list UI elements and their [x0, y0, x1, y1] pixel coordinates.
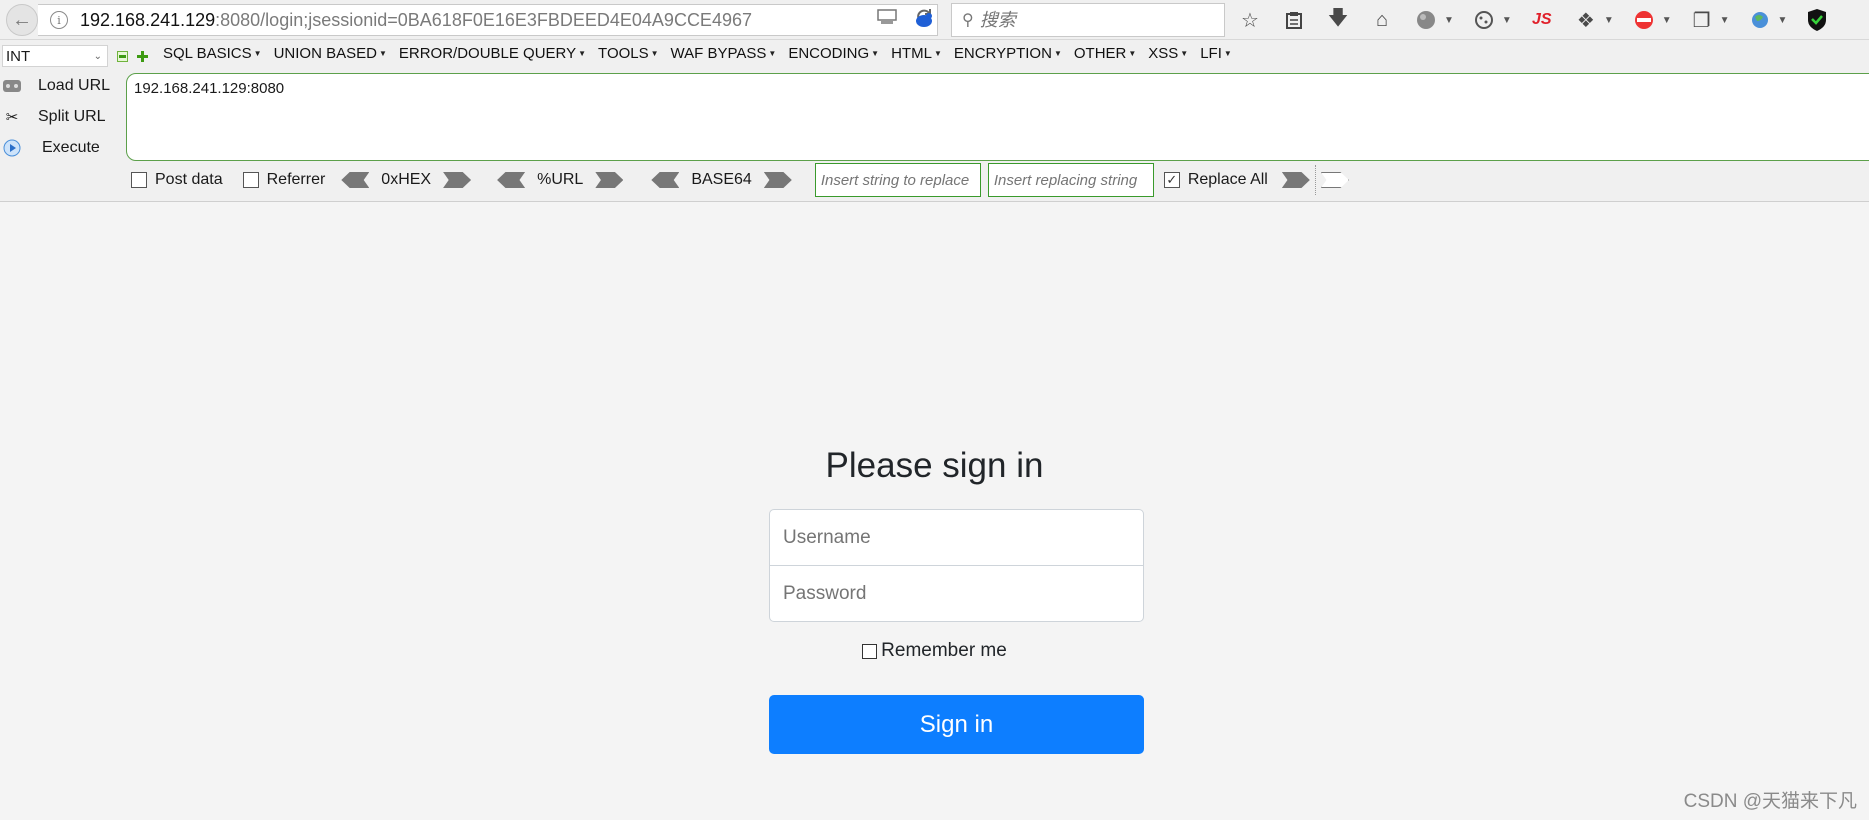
- watermark: CSDN @天猫来下凡: [1683, 791, 1857, 812]
- replace-next-arrow-icon[interactable]: [1320, 172, 1349, 188]
- injection-type-select[interactable]: INT ⌄: [2, 45, 108, 67]
- plus-icon[interactable]: [137, 51, 148, 62]
- base64-decode-arrow-icon[interactable]: [651, 172, 680, 188]
- menu-tools[interactable]: TOOLS ▼: [598, 45, 659, 62]
- menu-encryption[interactable]: ENCRYPTION ▼: [954, 45, 1062, 62]
- dropdown-icon: ▼: [1180, 49, 1189, 58]
- menu-error-double-query[interactable]: ERROR/DOUBLE QUERY ▼: [399, 45, 586, 62]
- star-icon[interactable]: ☆: [1236, 6, 1264, 34]
- hackbar: INT ⌄ SQL BASICS ▼ UNION BASED ▼ ERROR/DOU…: [0, 40, 1869, 202]
- username-input[interactable]: [769, 509, 1144, 566]
- search-box[interactable]: ⚲: [951, 3, 1225, 37]
- hackbar-menu: SQL BASICS ▼ UNION BASED ▼ ERROR/DOUBLE QU…: [163, 45, 1232, 62]
- replacing-string-input[interactable]: [987, 163, 1154, 197]
- info-icon[interactable]: i: [50, 11, 68, 29]
- shield-icon[interactable]: [1803, 6, 1831, 34]
- split-url-button[interactable]: ✂ Split URL: [2, 103, 106, 131]
- menu-lfi[interactable]: LFI ▼: [1200, 45, 1232, 62]
- post-data-checkbox[interactable]: [131, 172, 147, 188]
- chevron-down-icon[interactable]: ▼: [1778, 15, 1788, 26]
- remember-me-checkbox[interactable]: [862, 643, 878, 659]
- dropdown-icon: ▼: [253, 49, 262, 58]
- extension-icon[interactable]: [914, 11, 934, 29]
- proxy-icon[interactable]: [1630, 6, 1658, 34]
- replace-all-label: Replace All: [1187, 171, 1268, 188]
- url-decode-arrow-icon[interactable]: [497, 172, 526, 188]
- cookie-icon[interactable]: [1470, 6, 1498, 34]
- url-bar[interactable]: i 192.168.241.129:8080/login;jsessionid=…: [38, 4, 938, 36]
- remember-me-row: Remember me: [0, 640, 1869, 662]
- url-encode-label: %URL: [537, 171, 584, 188]
- chevron-down-icon[interactable]: ▼: [1720, 15, 1730, 26]
- dropdown-icon: ▼: [933, 49, 942, 58]
- browser-toolbar: ☆ 🡇 ⌂ ▼ ▼ JS ❖ ▼ ▼ ❐ ▼ ▼: [1236, 5, 1831, 35]
- clipboard-icon[interactable]: [1280, 6, 1308, 34]
- play-icon: [2, 138, 22, 158]
- dropdown-icon: ▼: [1128, 49, 1137, 58]
- download-icon[interactable]: 🡇: [1324, 6, 1352, 34]
- hackbar-options-row: Post data Referrer 0xHEX %URL BASE64 ✓ R…: [131, 163, 1349, 197]
- checkmark-icon: ✓: [1166, 172, 1178, 187]
- search-icon: ⚲: [962, 12, 974, 29]
- minus-icon[interactable]: [117, 51, 128, 62]
- execute-button[interactable]: Execute: [2, 134, 100, 162]
- referrer-checkbox[interactable]: [242, 172, 259, 188]
- dropdown-icon: ▼: [768, 49, 777, 58]
- dropdown-icon: ▼: [1223, 49, 1232, 58]
- dropdown-icon: ▼: [1053, 49, 1062, 58]
- dropdown-icon: ▼: [871, 49, 880, 58]
- windows-icon[interactable]: ❐: [1688, 6, 1716, 34]
- post-data-label: Post data: [155, 171, 223, 188]
- menu-sql-basics[interactable]: SQL BASICS ▼: [163, 45, 262, 62]
- page-title: Please sign in: [825, 446, 1044, 485]
- base64-encode-arrow-icon[interactable]: [763, 172, 792, 188]
- hex-decode-arrow-icon[interactable]: [341, 172, 370, 188]
- hex-encode-arrow-icon[interactable]: [443, 172, 472, 188]
- remember-me-label: Remember me: [881, 640, 1007, 661]
- menu-xss[interactable]: XSS ▼: [1148, 45, 1188, 62]
- home-icon[interactable]: ⌂: [1368, 6, 1396, 34]
- globe-icon[interactable]: [1412, 6, 1440, 34]
- menu-union-based[interactable]: UNION BASED ▼: [274, 45, 387, 62]
- scissors-icon: ✂: [5, 109, 19, 126]
- back-button[interactable]: ←: [6, 4, 38, 36]
- chevron-down-icon[interactable]: ▼: [1444, 15, 1454, 26]
- password-input[interactable]: [769, 565, 1144, 622]
- earth-icon[interactable]: [1746, 6, 1774, 34]
- base64-label: BASE64: [691, 171, 752, 188]
- browser-nav-bar: ← i 192.168.241.129:8080/login;jsessioni…: [0, 0, 1869, 40]
- chevron-down-icon: ⌄: [93, 50, 102, 62]
- referrer-label: Referrer: [266, 171, 326, 188]
- menu-html[interactable]: HTML ▼: [891, 45, 942, 62]
- replace-string-input[interactable]: [814, 163, 981, 197]
- search-input[interactable]: [979, 9, 1210, 31]
- hackbar-url-textarea[interactable]: 192.168.241.129:8080: [126, 73, 1869, 161]
- separator: [1314, 165, 1316, 195]
- url-encode-arrow-icon[interactable]: [595, 172, 624, 188]
- dropdown-icon: ▼: [650, 49, 659, 58]
- sign-in-button[interactable]: Sign in: [769, 695, 1144, 754]
- chevron-down-icon[interactable]: ▼: [1502, 15, 1512, 26]
- reader-view-icon[interactable]: [877, 9, 897, 25]
- back-arrow-icon: ←: [12, 8, 32, 31]
- replace-all-checkbox[interactable]: ✓: [1163, 172, 1180, 188]
- hex-label: 0xHEX: [381, 171, 432, 188]
- menu-waf-bypass[interactable]: WAF BYPASS ▼: [671, 45, 777, 62]
- dropdown-icon: ▼: [378, 49, 387, 58]
- load-url-button[interactable]: Load URL: [2, 72, 110, 100]
- menu-other[interactable]: OTHER ▼: [1074, 45, 1136, 62]
- js-toggle-icon[interactable]: JS: [1528, 6, 1556, 34]
- menu-encoding[interactable]: ENCODING ▼: [788, 45, 879, 62]
- replace-arrow-icon[interactable]: [1281, 172, 1310, 188]
- url-text[interactable]: 192.168.241.129:8080/login;jsessionid=0B…: [80, 10, 752, 31]
- dropdown-icon: ▼: [578, 49, 587, 58]
- chevron-down-icon[interactable]: ▼: [1662, 15, 1672, 26]
- load-url-icon: [2, 76, 22, 96]
- bug-icon[interactable]: ❖: [1572, 6, 1600, 34]
- chevron-down-icon[interactable]: ▼: [1604, 15, 1614, 26]
